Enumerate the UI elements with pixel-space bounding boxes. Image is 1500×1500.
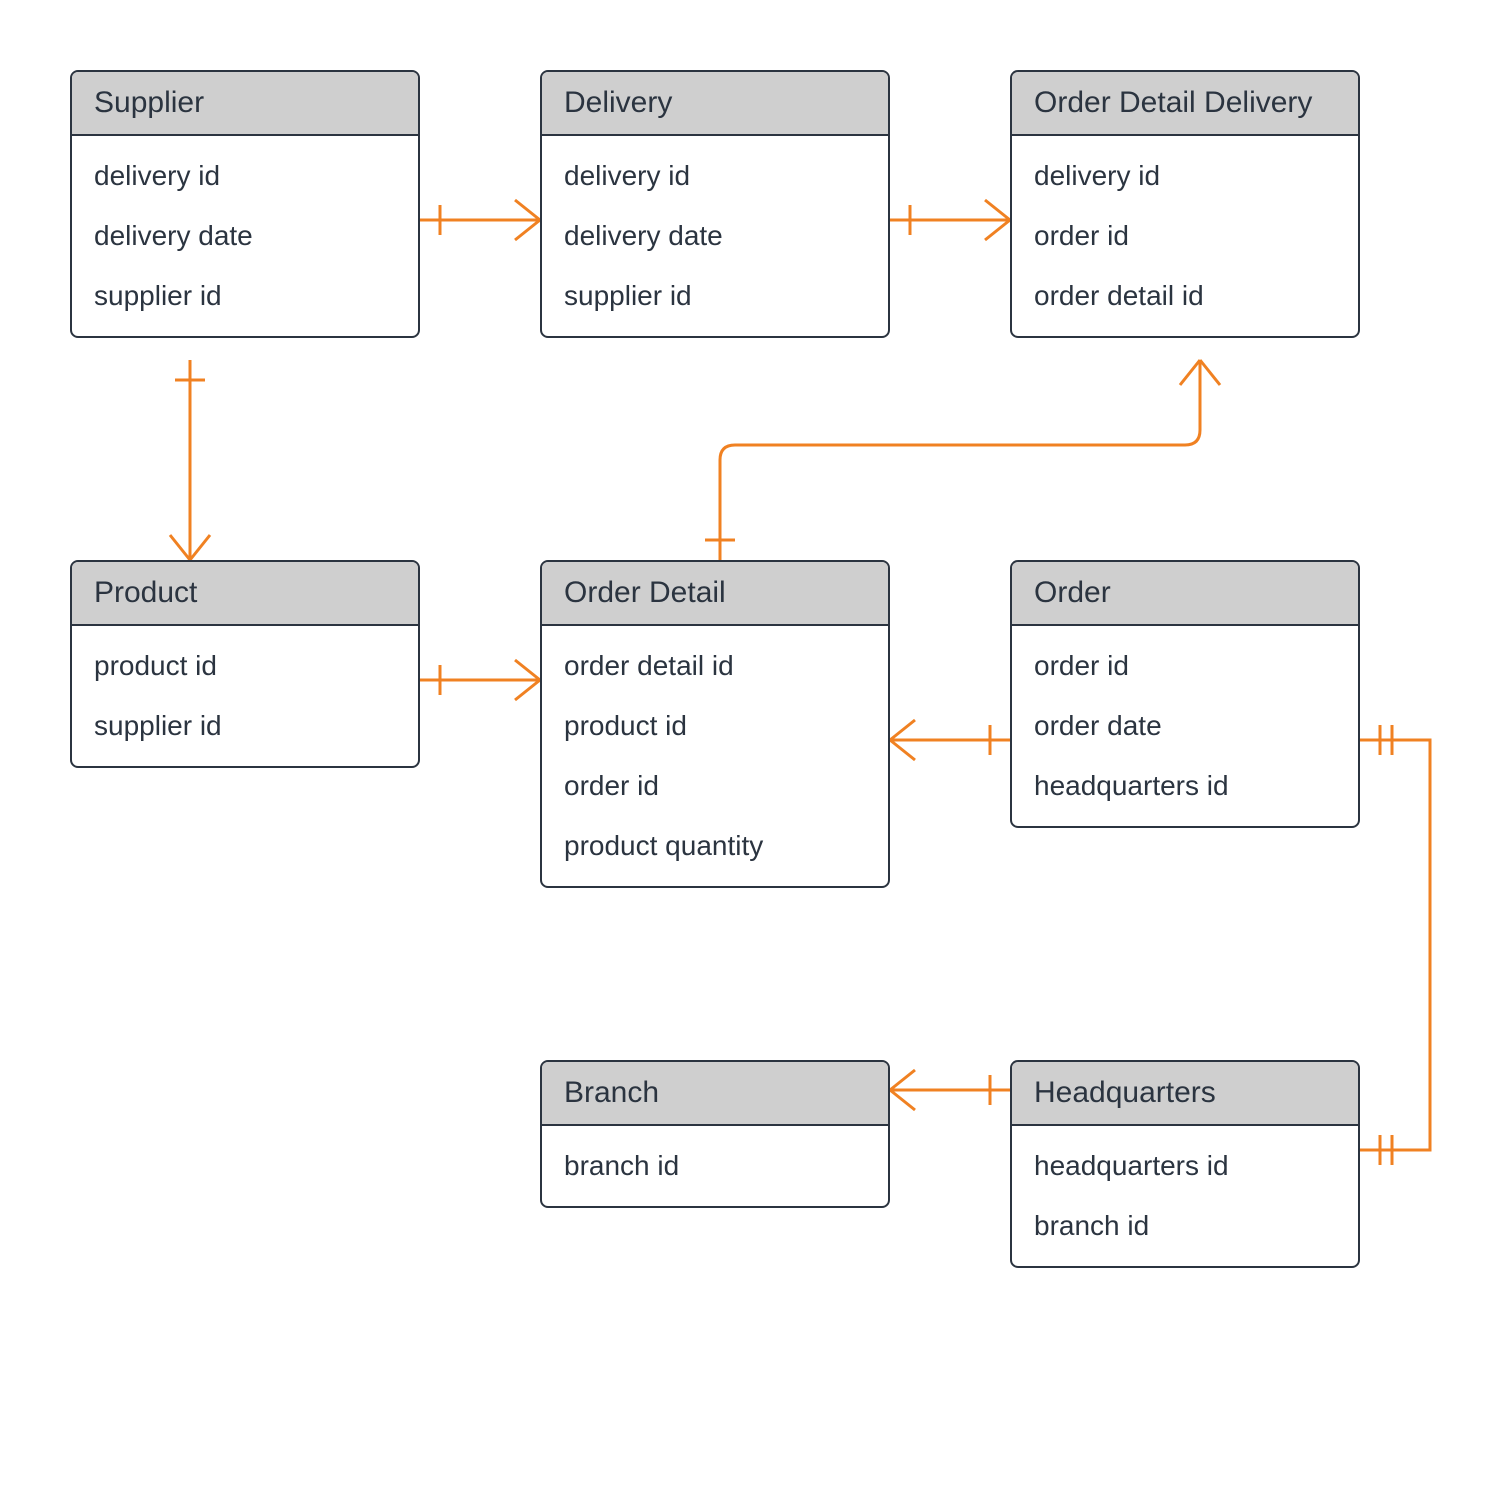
entity-attr: order date xyxy=(1012,696,1358,756)
entity-delivery[interactable]: Delivery delivery id delivery date suppl… xyxy=(540,70,890,338)
entity-body: order id order date headquarters id xyxy=(1012,626,1358,826)
entity-attr: supplier id xyxy=(542,266,888,326)
entity-product[interactable]: Product product id supplier id xyxy=(70,560,420,768)
entity-branch[interactable]: Branch branch id xyxy=(540,1060,890,1208)
entity-title: Headquarters xyxy=(1012,1062,1358,1126)
crows-foot-icon xyxy=(890,740,915,760)
entity-attr: delivery id xyxy=(1012,146,1358,206)
entity-headquarters[interactable]: Headquarters headquarters id branch id xyxy=(1010,1060,1360,1268)
entity-order-detail-delivery[interactable]: Order Detail Delivery delivery id order … xyxy=(1010,70,1360,338)
entity-body: product id supplier id xyxy=(72,626,418,766)
entity-title: Order xyxy=(1012,562,1358,626)
crows-foot-icon xyxy=(890,720,915,740)
entity-attr: product quantity xyxy=(542,816,888,876)
entity-attr: product id xyxy=(542,696,888,756)
crows-foot-icon xyxy=(890,1090,915,1110)
crows-foot-icon xyxy=(985,220,1010,240)
crows-foot-icon xyxy=(170,535,190,560)
entity-title: Order Detail xyxy=(542,562,888,626)
entity-attr: supplier id xyxy=(72,696,418,756)
crows-foot-icon xyxy=(1180,360,1200,385)
entity-supplier[interactable]: Supplier delivery id delivery date suppl… xyxy=(70,70,420,338)
entity-attr: branch id xyxy=(1012,1196,1358,1256)
rel-hq-order xyxy=(1360,740,1430,1150)
entity-attr: order id xyxy=(1012,206,1358,266)
entity-body: order detail id product id order id prod… xyxy=(542,626,888,886)
entity-body: delivery id delivery date supplier id xyxy=(542,136,888,336)
entity-attr: order detail id xyxy=(542,636,888,696)
entity-attr: delivery date xyxy=(72,206,418,266)
entity-body: delivery id order id order detail id xyxy=(1012,136,1358,336)
entity-body: branch id xyxy=(542,1126,888,1206)
entity-attr: order id xyxy=(542,756,888,816)
entity-attr: delivery id xyxy=(72,146,418,206)
entity-title: Branch xyxy=(542,1062,888,1126)
crows-foot-icon xyxy=(190,535,210,560)
entity-order-detail[interactable]: Order Detail order detail id product id … xyxy=(540,560,890,888)
entity-body: headquarters id branch id xyxy=(1012,1126,1358,1266)
crows-foot-icon xyxy=(515,660,540,680)
crows-foot-icon xyxy=(1200,360,1220,385)
entity-attr: order detail id xyxy=(1012,266,1358,326)
entity-attr: supplier id xyxy=(72,266,418,326)
entity-order[interactable]: Order order id order date headquarters i… xyxy=(1010,560,1360,828)
entity-title: Delivery xyxy=(542,72,888,136)
entity-attr: product id xyxy=(72,636,418,696)
crows-foot-icon xyxy=(515,680,540,700)
rel-orderdetail-odd xyxy=(720,360,1200,560)
entity-attr: order id xyxy=(1012,636,1358,696)
entity-title: Order Detail Delivery xyxy=(1012,72,1358,136)
entity-attr: headquarters id xyxy=(1012,1136,1358,1196)
crows-foot-icon xyxy=(985,200,1010,220)
entity-attr: delivery id xyxy=(542,146,888,206)
crows-foot-icon xyxy=(515,220,540,240)
entity-title: Product xyxy=(72,562,418,626)
entity-attr: delivery date xyxy=(542,206,888,266)
entity-title: Supplier xyxy=(72,72,418,136)
entity-body: delivery id delivery date supplier id xyxy=(72,136,418,336)
crows-foot-icon xyxy=(515,200,540,220)
entity-attr: branch id xyxy=(542,1136,888,1196)
er-diagram-canvas: Supplier delivery id delivery date suppl… xyxy=(0,0,1500,1500)
crows-foot-icon xyxy=(890,1070,915,1090)
entity-attr: headquarters id xyxy=(1012,756,1358,816)
